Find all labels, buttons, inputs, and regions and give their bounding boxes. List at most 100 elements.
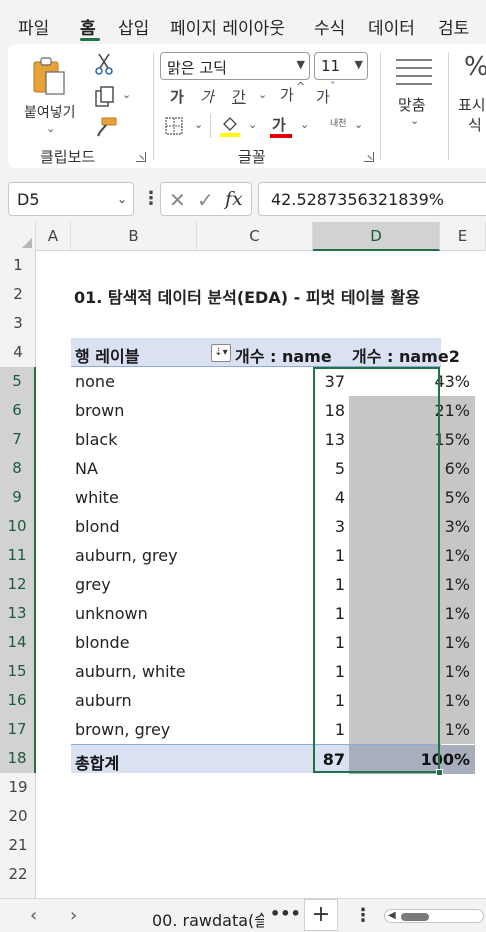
column-header-c[interactable]: C <box>197 222 313 251</box>
format-painter-icon[interactable] <box>94 116 118 138</box>
table-row[interactable]: blonde 1 1% <box>71 628 475 657</box>
filter-dropdown-icon[interactable]: ⇣▾ <box>211 344 231 362</box>
font-color-button[interactable]: 가 <box>270 114 294 140</box>
tab-file[interactable]: 파일 <box>18 14 49 39</box>
row-header[interactable]: 12 <box>0 570 36 599</box>
sheet-title-cell[interactable]: 01. 탐색적 데이터 분석(EDA) - 피벗 테이블 활용 <box>74 284 420 308</box>
row-header[interactable]: 21 <box>0 831 36 860</box>
name-box[interactable]: D5 ⌄ <box>8 182 134 216</box>
column-header-a[interactable]: A <box>36 222 71 251</box>
formula-input[interactable]: 42.5287356321839% <box>258 182 486 216</box>
next-sheet-icon[interactable]: › <box>70 905 77 926</box>
underline-chevron-icon[interactable]: ⌄ <box>258 88 267 101</box>
scrollbar-thumb[interactable] <box>401 913 429 921</box>
add-sheet-button[interactable]: + <box>304 899 338 931</box>
sheet-tab-bar: ‹ › 00. rawdata(슬 ••• + ⋮ ◀ <box>0 898 486 932</box>
copy-chevron-icon[interactable]: ⌄ <box>122 88 131 101</box>
row-header[interactable]: 7 <box>0 425 36 454</box>
table-row[interactable]: black 13 15% <box>71 425 475 454</box>
borders-chevron-icon[interactable]: ⌄ <box>194 118 203 131</box>
cancel-icon[interactable]: ✕ <box>169 188 186 212</box>
tab-formulas[interactable]: 수식 <box>314 14 345 39</box>
insert-function-icon[interactable]: fx <box>225 188 243 210</box>
row-header[interactable]: 22 <box>0 860 36 889</box>
horizontal-scrollbar[interactable]: ◀ <box>384 909 484 923</box>
row-header[interactable]: 4 <box>0 338 36 367</box>
tab-insert[interactable]: 삽입 <box>118 14 149 39</box>
row-header[interactable]: 17 <box>0 715 36 744</box>
table-row[interactable]: grey 1 1% <box>71 570 475 599</box>
row-header[interactable]: 19 <box>0 773 36 802</box>
font-size-combo[interactable]: 11 ▼ <box>314 52 368 80</box>
table-row[interactable]: unknown 1 1% <box>71 599 475 628</box>
grow-font-button[interactable]: 가 <box>280 84 294 105</box>
table-row[interactable]: blond 3 3% <box>71 512 475 541</box>
select-all-corner[interactable] <box>0 222 36 251</box>
row-header[interactable]: 13 <box>0 599 36 628</box>
pivot-count-name2-header[interactable]: 개수 : name2 <box>352 343 460 367</box>
grand-total-row[interactable]: 총합계 87 100% <box>71 744 475 774</box>
prev-sheet-icon[interactable]: ‹ <box>30 905 37 926</box>
phonetic-chevron-icon[interactable]: ⌄ <box>354 118 363 131</box>
pivot-row-label-header[interactable]: 행 레이블 <box>75 343 139 367</box>
row-header[interactable]: 1 <box>0 251 36 280</box>
formula-bar-options-icon[interactable]: ⋮ <box>142 188 160 209</box>
table-row[interactable]: NA 5 6% <box>71 454 475 483</box>
copy-icon[interactable] <box>94 86 116 108</box>
table-row[interactable]: brown, grey 1 1% <box>71 715 475 744</box>
column-header-d[interactable]: D <box>313 222 440 251</box>
row-header[interactable]: 10 <box>0 512 36 541</box>
italic-button[interactable]: 가 <box>200 86 214 107</box>
cut-scissors-icon[interactable] <box>94 52 114 76</box>
row-header[interactable]: 14 <box>0 628 36 657</box>
table-row[interactable]: auburn 1 1% <box>71 686 475 715</box>
row-header[interactable]: 2 <box>0 280 36 309</box>
row-header[interactable]: 15 <box>0 657 36 686</box>
table-row[interactable]: white 4 5% <box>71 483 475 512</box>
alignment-button[interactable]: 맞춤 ⌄ <box>388 52 442 142</box>
enter-check-icon[interactable]: ✓ <box>197 188 214 212</box>
font-launcher-icon[interactable] <box>364 152 374 162</box>
borders-icon[interactable] <box>164 116 184 136</box>
row-header[interactable]: 8 <box>0 454 36 483</box>
font-name-combo[interactable]: 맑은 고딕 ▼ <box>160 52 310 80</box>
sheet-options-icon[interactable]: ⋮ <box>354 905 372 926</box>
fill-color-chevron-icon[interactable]: ⌄ <box>248 118 257 131</box>
phonetic-button[interactable]: 내천 <box>330 116 347 129</box>
scroll-left-icon[interactable]: ◀ <box>388 910 396 921</box>
tab-page-layout[interactable]: 페이지 레이아웃 <box>170 14 285 39</box>
formula-actions: ✕ ✓ fx <box>160 182 252 216</box>
underline-button[interactable]: 간 <box>232 86 246 107</box>
row-header[interactable]: 16 <box>0 686 36 715</box>
row-header[interactable]: 9 <box>0 483 36 512</box>
table-row[interactable]: none 37 43% <box>71 367 470 396</box>
caret-down-icon: ˇ <box>330 80 336 93</box>
shrink-font-button[interactable]: 가 <box>316 86 330 107</box>
row-header[interactable]: 5 <box>0 367 36 396</box>
tab-review[interactable]: 검토 <box>438 14 469 39</box>
row-header[interactable]: 20 <box>0 802 36 831</box>
table-row[interactable]: auburn, white 1 1% <box>71 657 475 686</box>
paste-button[interactable]: 붙여넣기 ⌄ <box>18 52 80 135</box>
tab-home[interactable]: 홈 <box>80 14 96 39</box>
row-header[interactable]: 11 <box>0 541 36 570</box>
fill-color-icon[interactable] <box>218 114 242 138</box>
sheet-tab-rawdata[interactable]: 00. rawdata(슬 <box>152 907 264 931</box>
clipboard-launcher-icon[interactable] <box>136 152 146 162</box>
number-format-button[interactable]: % 표시 식 <box>454 52 486 142</box>
pivot-count-name-header[interactable]: 개수 : name <box>235 343 332 367</box>
row-header[interactable]: 18 <box>0 744 36 773</box>
row-header[interactable]: 3 <box>0 309 36 338</box>
font-color-chevron-icon[interactable]: ⌄ <box>300 118 309 131</box>
column-header-b[interactable]: B <box>71 222 197 251</box>
fill-handle[interactable] <box>436 769 443 776</box>
row-header[interactable]: 6 <box>0 396 36 425</box>
ribbon-separator <box>153 52 154 160</box>
more-sheets-icon[interactable]: ••• <box>270 904 301 923</box>
tab-data[interactable]: 데이터 <box>368 14 415 39</box>
table-row[interactable]: brown 18 21% <box>71 396 475 425</box>
column-header-e[interactable]: E <box>440 222 486 251</box>
table-row[interactable]: auburn, grey 1 1% <box>71 541 475 570</box>
bold-button[interactable]: 가 <box>170 86 184 107</box>
cell-area[interactable]: 01. 탐색적 데이터 분석(EDA) - 피벗 테이블 활용 행 레이블 ⇣▾… <box>36 251 486 898</box>
